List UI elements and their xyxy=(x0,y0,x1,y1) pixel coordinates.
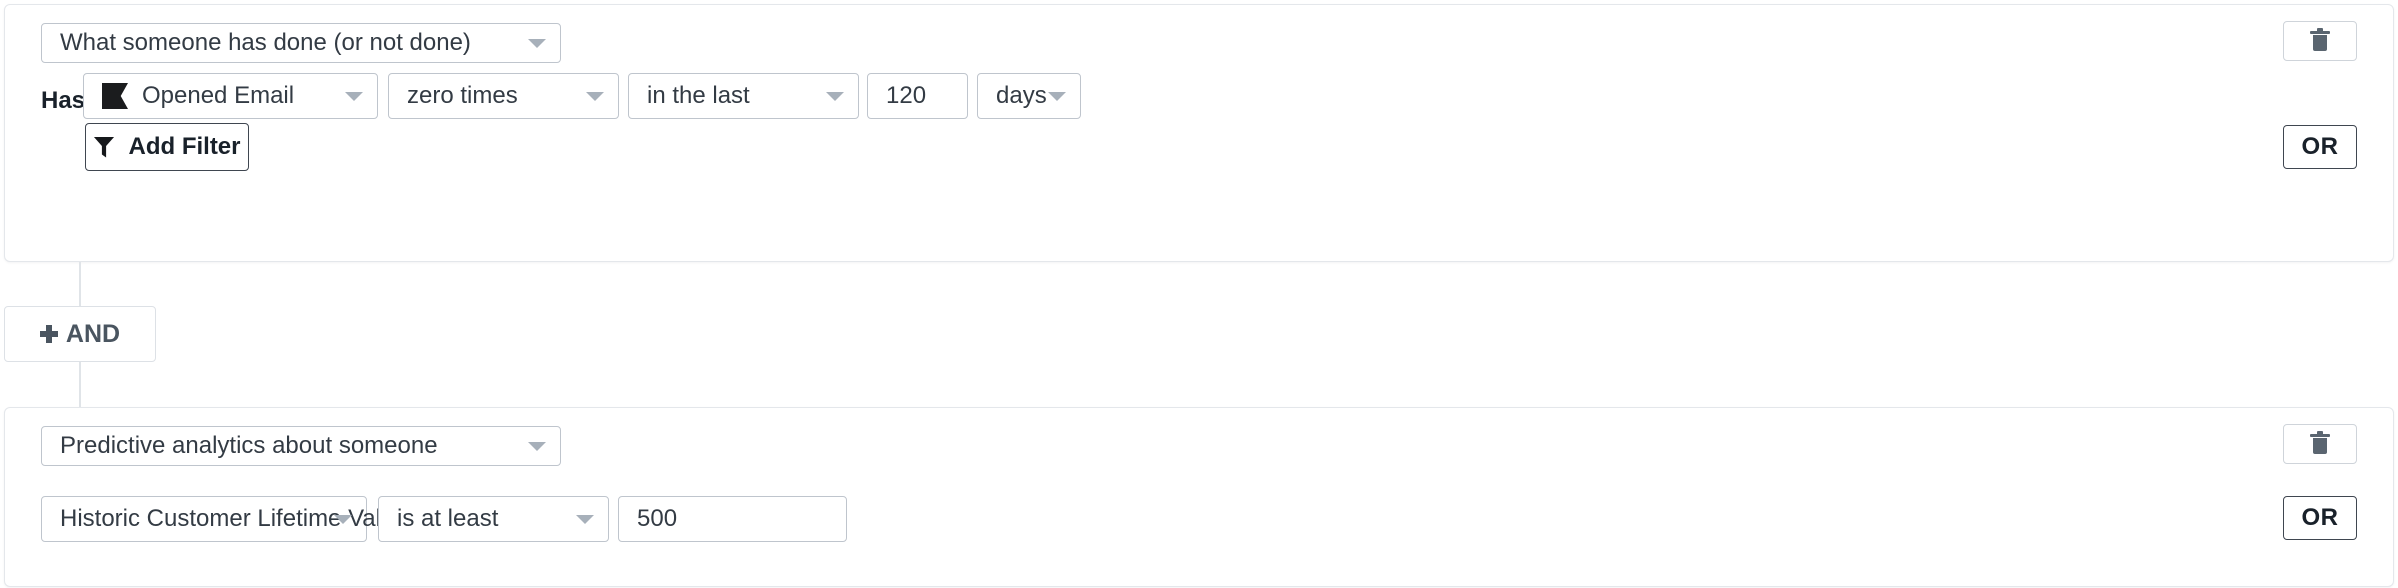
filter-duration-unit-label: days xyxy=(996,82,1047,109)
condition-type-select-2[interactable]: Predictive analytics about someone xyxy=(41,426,561,466)
or-label-2: OR xyxy=(2301,504,2339,531)
chevron-down-icon xyxy=(528,442,546,451)
filter-metric-label: Opened Email xyxy=(142,82,295,109)
filter-row-label-1: Has xyxy=(41,87,86,114)
condition-group-1: What someone has done (or not done) Has … xyxy=(4,4,2394,262)
filter-duration-value: 120 xyxy=(886,82,927,109)
chevron-down-icon xyxy=(334,515,352,524)
chevron-down-icon xyxy=(345,92,363,101)
filter-timeframe-label: in the last xyxy=(647,82,750,109)
filter-frequency-label: zero times xyxy=(407,82,518,109)
predictive-metric-select[interactable]: Historic Customer Lifetime Value xyxy=(41,496,408,542)
chevron-down-icon xyxy=(1048,92,1066,101)
and-label: AND xyxy=(65,319,121,348)
or-label-1: OR xyxy=(2301,133,2339,160)
or-button-2[interactable]: OR xyxy=(2283,496,2357,540)
connector-line-top xyxy=(79,262,81,306)
delete-group-button-1[interactable] xyxy=(2283,21,2357,61)
condition-group-2: Predictive analytics about someone Histo… xyxy=(4,407,2394,587)
funnel-icon xyxy=(93,136,115,158)
predictive-operator-select[interactable]: is at least xyxy=(378,496,609,542)
predictive-value-input[interactable]: 500 xyxy=(618,496,847,542)
condition-type-select-1[interactable]: What someone has done (or not done) xyxy=(41,23,561,63)
add-filter-button[interactable]: Add Filter xyxy=(85,123,249,171)
or-button-1[interactable]: OR xyxy=(2283,125,2357,169)
filter-metric-select[interactable]: Opened Email xyxy=(83,73,378,119)
add-and-condition-button[interactable]: AND xyxy=(4,306,156,362)
condition-type-label-1: What someone has done (or not done) xyxy=(60,29,471,56)
plus-icon xyxy=(39,325,58,343)
add-filter-label: Add Filter xyxy=(128,133,241,160)
filter-timeframe-select[interactable]: in the last xyxy=(628,73,859,119)
chevron-down-icon xyxy=(586,92,604,101)
delete-group-button-2[interactable] xyxy=(2283,424,2357,464)
trash-icon xyxy=(2310,431,2330,454)
filter-duration-unit-select[interactable]: days xyxy=(977,73,1081,119)
filter-frequency-select[interactable]: zero times xyxy=(388,73,619,119)
connector-line-bottom xyxy=(79,362,81,407)
condition-type-label-2: Predictive analytics about someone xyxy=(60,432,438,459)
filter-duration-input[interactable]: 120 xyxy=(867,73,968,119)
segment-builder: What someone has done (or not done) Has … xyxy=(0,0,2398,588)
klaviyo-flag-icon xyxy=(102,83,128,109)
predictive-operator-label: is at least xyxy=(397,505,499,532)
predictive-metric-label: Historic Customer Lifetime Value xyxy=(60,505,408,532)
trash-icon xyxy=(2310,28,2330,51)
predictive-value: 500 xyxy=(637,505,678,532)
chevron-down-icon xyxy=(576,515,594,524)
chevron-down-icon xyxy=(528,39,546,48)
chevron-down-icon xyxy=(826,92,844,101)
